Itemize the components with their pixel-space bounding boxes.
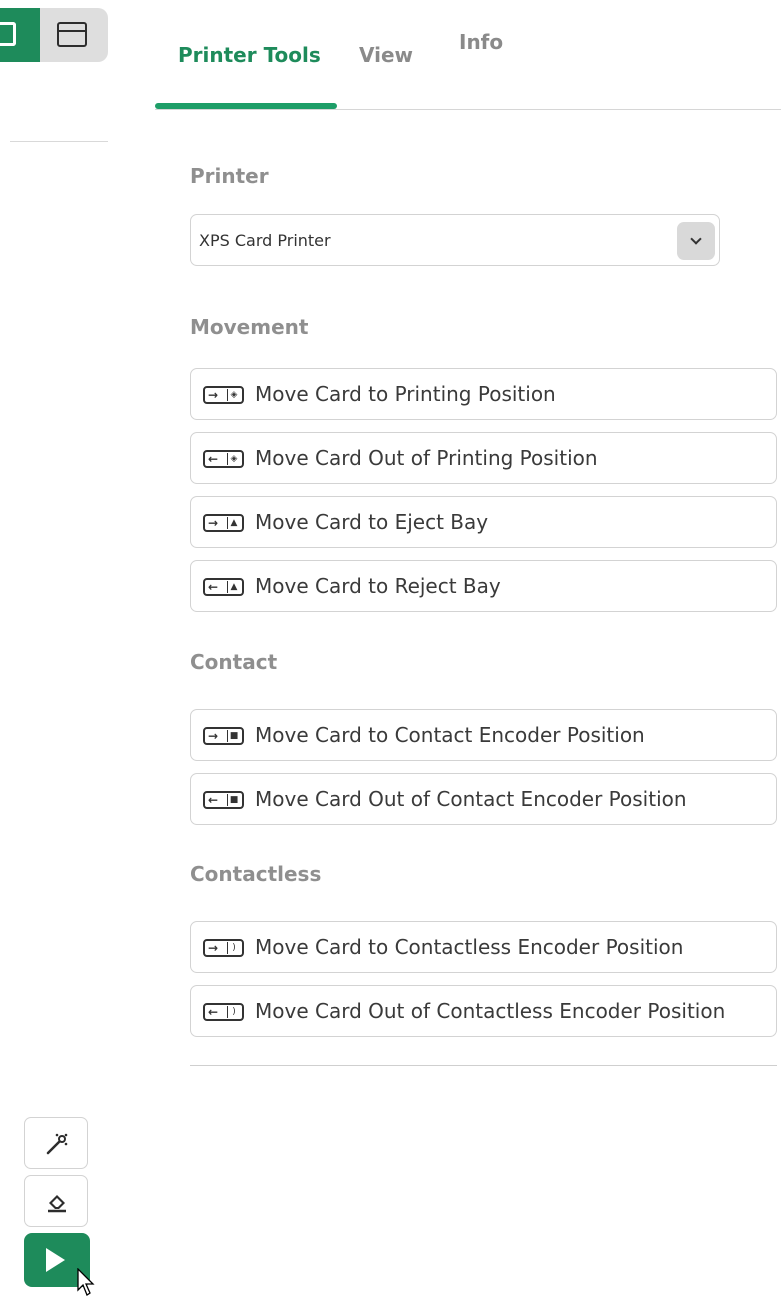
- card-reject-icon: ← ▲: [203, 578, 244, 596]
- eraser-icon: [48, 1195, 66, 1213]
- movement-section-title: Movement: [190, 315, 309, 339]
- tabs-divider: [155, 109, 781, 110]
- left-divider: [10, 141, 108, 142]
- card-contact-in-icon: → ■: [203, 727, 244, 745]
- tab-view[interactable]: View: [359, 43, 413, 67]
- move-out-of-contactless-encoder-button[interactable]: ←) Move Card Out of Contactless Encoder …: [190, 985, 777, 1037]
- action-label: Move Card to Contactless Encoder Positio…: [255, 935, 684, 959]
- action-label: Move Card Out of Contact Encoder Positio…: [255, 787, 687, 811]
- action-label: Move Card to Reject Bay: [255, 574, 501, 598]
- card-contact-out-icon: ← ■: [203, 791, 244, 809]
- contactless-section-title: Contactless: [190, 862, 322, 886]
- play-icon: [46, 1248, 65, 1272]
- card-out-print-icon: ← ◈: [203, 450, 244, 468]
- bottom-divider: [190, 1065, 777, 1066]
- move-to-contactless-encoder-button[interactable]: →) Move Card to Contactless Encoder Posi…: [190, 921, 777, 973]
- printer-select-value: XPS Card Printer: [199, 231, 331, 250]
- mouse-cursor-icon: [77, 1268, 95, 1296]
- move-out-of-contact-encoder-button[interactable]: ← ■ Move Card Out of Contact Encoder Posi…: [190, 773, 777, 825]
- card-eject-icon: → ▲: [203, 514, 244, 532]
- move-to-eject-bay-button[interactable]: → ▲ Move Card to Eject Bay: [190, 496, 777, 548]
- window-view-button[interactable]: [40, 8, 108, 62]
- action-label: Move Card to Printing Position: [255, 382, 556, 406]
- magic-wand-button[interactable]: [24, 1117, 88, 1169]
- card-contactless-out-icon: ←): [203, 1003, 244, 1021]
- card-in-print-icon: → ◈: [203, 386, 244, 404]
- window-icon: [57, 22, 87, 47]
- move-to-reject-bay-button[interactable]: ← ▲ Move Card to Reject Bay: [190, 560, 777, 612]
- contact-section-title: Contact: [190, 650, 278, 674]
- magic-wand-icon: [46, 1133, 68, 1155]
- view-toggle: [0, 8, 108, 62]
- panel-icon: [0, 22, 16, 46]
- action-label: Move Card Out of Printing Position: [255, 446, 598, 470]
- card-contactless-in-icon: →): [203, 939, 244, 957]
- move-to-printing-button[interactable]: → ◈ Move Card to Printing Position: [190, 368, 777, 420]
- chevron-down-icon[interactable]: [677, 222, 715, 260]
- move-to-contact-encoder-button[interactable]: → ■ Move Card to Contact Encoder Position: [190, 709, 777, 761]
- eraser-button[interactable]: [24, 1175, 88, 1227]
- printer-section-title: Printer: [190, 164, 269, 188]
- panel-view-button[interactable]: [0, 8, 40, 62]
- action-label: Move Card Out of Contactless Encoder Pos…: [255, 999, 726, 1023]
- action-label: Move Card to Eject Bay: [255, 510, 489, 534]
- printer-select[interactable]: XPS Card Printer: [190, 214, 720, 266]
- tab-printer-tools[interactable]: Printer Tools: [178, 43, 321, 67]
- tab-info[interactable]: Info: [459, 30, 503, 54]
- move-out-of-printing-button[interactable]: ← ◈ Move Card Out of Printing Position: [190, 432, 777, 484]
- action-label: Move Card to Contact Encoder Position: [255, 723, 645, 747]
